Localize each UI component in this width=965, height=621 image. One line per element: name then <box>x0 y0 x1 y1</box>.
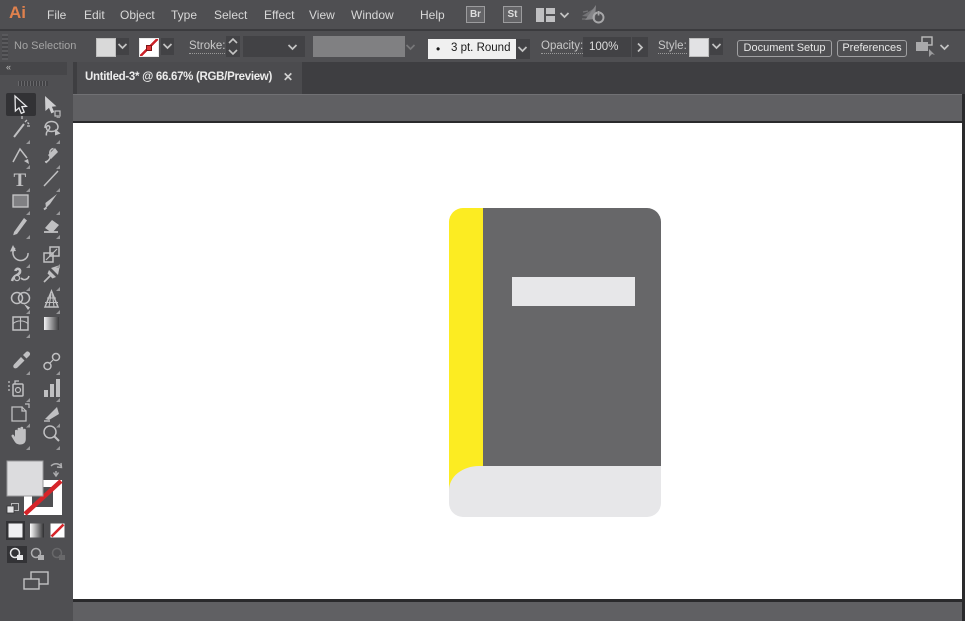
svg-text:T: T <box>14 170 27 191</box>
